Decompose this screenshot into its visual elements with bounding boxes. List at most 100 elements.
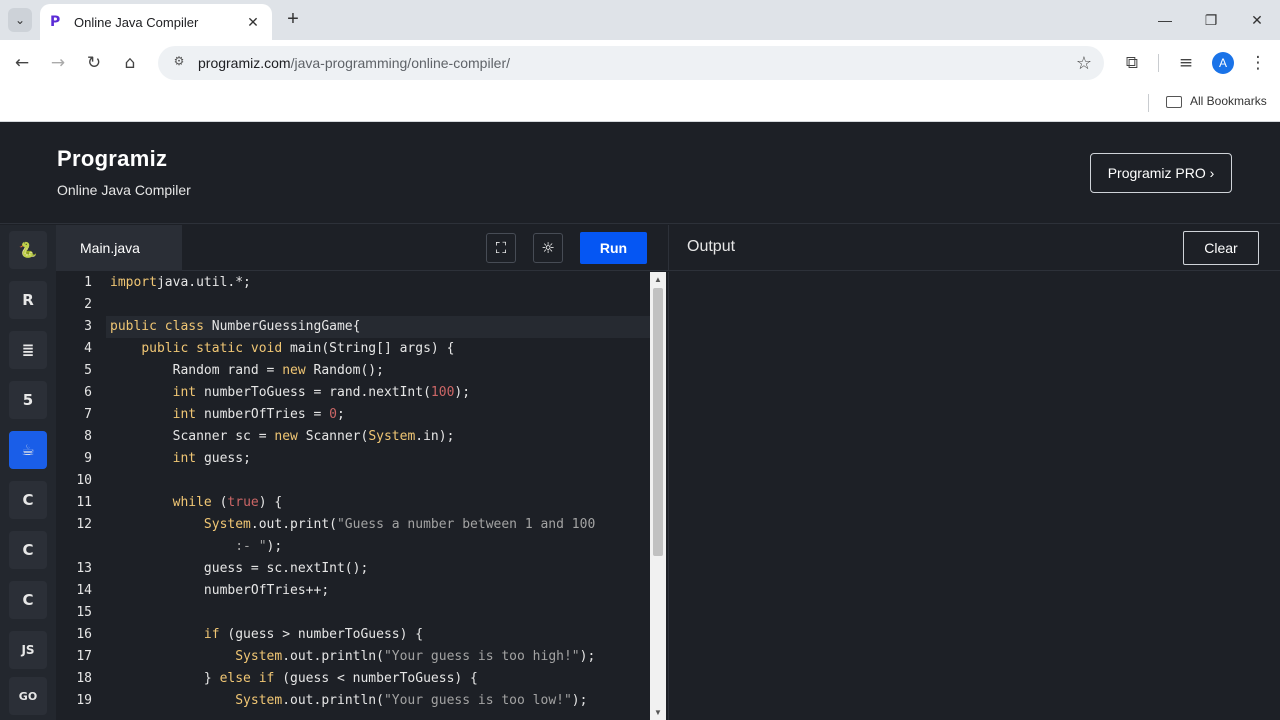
extensions-icon[interactable]: ⧉ (1120, 51, 1144, 75)
file-tab-main-java[interactable]: Main.java (56, 225, 182, 271)
code-token: (guess < numberToGuess) { (282, 671, 478, 686)
forward-icon[interactable]: → (46, 51, 70, 75)
go-icon[interactable]: GO (9, 677, 47, 715)
line-number: 19 (76, 693, 92, 708)
clear-button[interactable]: Clear (1183, 231, 1259, 265)
code-token: int (172, 451, 204, 466)
code-token: ); (266, 539, 283, 554)
line-number: 13 (76, 561, 92, 576)
code-token: "Your guess is too low!" (383, 693, 572, 708)
code-token: main(String[] args) { (290, 341, 455, 356)
scroll-down-icon[interactable]: ▼ (654, 708, 662, 717)
line-number: 9 (84, 451, 92, 466)
code-token: } (110, 671, 220, 686)
code-token: import (110, 275, 157, 290)
new-tab-icon[interactable]: + (282, 8, 304, 30)
profile-avatar[interactable]: A (1212, 52, 1234, 74)
scroll-up-icon[interactable]: ▲ (654, 275, 662, 284)
code-line[interactable]: System.out.print("Guess a number between… (110, 514, 595, 536)
cpp-icon[interactable]: C (9, 531, 47, 569)
line-number: 7 (84, 407, 92, 422)
all-bookmarks-link[interactable]: All Bookmarks (1190, 94, 1267, 108)
code-token: int (172, 407, 204, 422)
programiz-logo[interactable]: Programiz (57, 146, 167, 172)
code-token: guess; (203, 451, 251, 466)
code-token: numberOfTries++; (110, 583, 330, 598)
browser-menu-icon[interactable]: ⋮ (1246, 51, 1270, 75)
c-icon[interactable]: C (9, 481, 47, 519)
line-number: 1 (84, 275, 92, 290)
code-line[interactable]: numberOfTries++; (110, 580, 329, 602)
code-line[interactable]: guess = sc.nextInt(); (110, 558, 368, 580)
restore-icon[interactable]: ❐ (1196, 8, 1226, 32)
theme-toggle-icon[interactable]: ☼ (533, 233, 563, 263)
line-number: 8 (84, 429, 92, 444)
python-icon[interactable]: 🐍 (9, 231, 47, 269)
minimize-icon[interactable]: — (1150, 8, 1180, 32)
line-number: 10 (76, 473, 92, 488)
sql-icon[interactable]: ≣ (9, 331, 47, 369)
code-token: Random(); (313, 363, 384, 378)
code-text-area[interactable]: importjava.util.*; public class NumberGue… (110, 272, 650, 720)
code-token: Scanner sc = (110, 429, 275, 444)
code-line[interactable]: } else if (guess < numberToGuess) { (110, 668, 478, 690)
code-line[interactable]: while (true) { (110, 492, 283, 514)
run-button[interactable]: Run (580, 232, 647, 264)
code-token: :- " (235, 539, 267, 554)
scrollbar-thumb[interactable] (653, 288, 663, 556)
browser-toolbar: ← → ↻ ⌂ ⚙ programiz.com/java-programming… (0, 40, 1280, 86)
code-line[interactable]: Random rand = new Random(); (110, 360, 384, 382)
line-number: 5 (84, 363, 92, 378)
code-token: else if (219, 671, 283, 686)
html-icon[interactable]: 5 (9, 381, 47, 419)
code-line[interactable]: System.out.println("Your guess is too hi… (110, 646, 595, 668)
tab-search-button[interactable]: ⌄ (8, 8, 32, 32)
editor-scrollbar[interactable]: ▲ ▼ (650, 272, 666, 720)
code-token: ); (579, 649, 596, 664)
code-line[interactable]: :- "); (110, 536, 282, 558)
code-line[interactable]: if (guess > numberToGuess) { (110, 624, 423, 646)
code-line[interactable]: System.out.println("Your guess is too lo… (110, 690, 587, 712)
code-line[interactable]: importjava.util.*; (110, 272, 251, 294)
code-token: System (235, 649, 283, 664)
fullscreen-icon[interactable]: ⛶ (486, 233, 516, 263)
close-tab-icon[interactable]: ✕ (244, 14, 262, 31)
bookmark-star-icon[interactable]: ☆ (1076, 53, 1092, 74)
browser-tab[interactable]: P Online Java Compiler ✕ (40, 4, 272, 40)
programiz-pro-button[interactable]: Programiz PRO › (1090, 153, 1232, 193)
r-language-icon[interactable]: R (9, 281, 47, 319)
site-info-icon[interactable]: ⚙ (170, 54, 188, 72)
line-number: 11 (76, 495, 92, 510)
media-control-icon[interactable]: ≡ (1174, 51, 1198, 75)
code-line[interactable]: public static void main(String[] args) { (110, 338, 454, 360)
code-token: 100 (430, 385, 455, 400)
reload-icon[interactable]: ↻ (82, 51, 106, 75)
url-host: programiz.com (198, 55, 291, 71)
code-line[interactable]: int numberToGuess = rand.nextInt(100); (110, 382, 470, 404)
code-line[interactable]: public class NumberGuessingGame{ (110, 316, 360, 338)
java-icon[interactable]: ☕ (9, 431, 47, 469)
code-line[interactable]: int numberOfTries = 0; (110, 404, 345, 426)
output-console[interactable] (668, 272, 1280, 720)
code-token: ; (337, 407, 345, 422)
code-line[interactable]: Scanner sc = new Scanner(System.in); (110, 426, 455, 448)
csharp-icon[interactable]: C (9, 581, 47, 619)
code-token: System (203, 517, 251, 532)
line-number: 2 (84, 297, 92, 312)
code-editor[interactable]: 1 2 3 4 5 6 7 8 9 10 11 12 13 14 15 16 1… (56, 272, 668, 720)
javascript-icon[interactable]: JS (9, 631, 47, 669)
home-icon[interactable]: ⌂ (118, 51, 142, 75)
code-token: "Your guess is too high!" (383, 649, 580, 664)
code-token: java.util.*; (156, 275, 251, 290)
folder-icon[interactable] (1166, 96, 1182, 108)
line-number: 4 (84, 341, 92, 356)
code-token: numberToGuess = rand.nextInt( (203, 385, 431, 400)
code-token: Scanner( (305, 429, 369, 444)
close-window-icon[interactable]: ✕ (1242, 8, 1272, 32)
address-bar[interactable]: ⚙ programiz.com/java-programming/online-… (158, 46, 1104, 80)
back-icon[interactable]: ← (10, 51, 34, 75)
code-line[interactable]: int guess; (110, 448, 251, 470)
